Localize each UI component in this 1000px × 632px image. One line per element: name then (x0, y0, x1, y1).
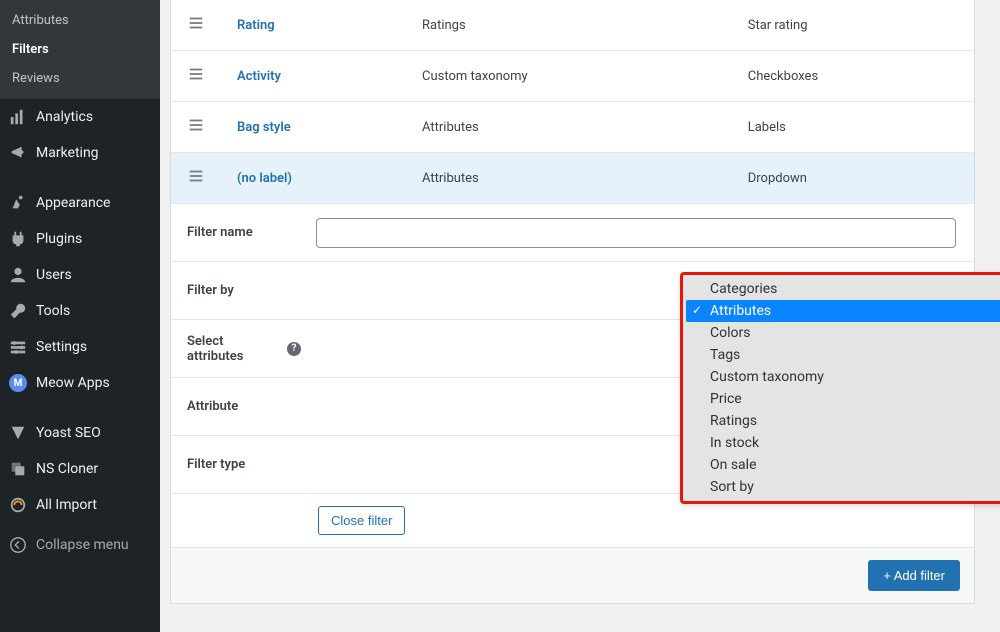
dropdown-option[interactable]: In stock (686, 432, 1000, 454)
menu-label: Appearance (36, 195, 110, 211)
menu-item-yoast[interactable]: Yoast SEO (0, 415, 160, 451)
filters-table: Rating RatingsStar rating Activity Custom t… (171, 0, 974, 204)
dropdown-option[interactable]: Custom taxonomy (686, 366, 1000, 388)
admin-sidebar: Attributes Filters Reviews Analytics Mar… (0, 0, 160, 632)
menu-label: Users (36, 267, 72, 283)
menu-item-users[interactable]: Users (0, 257, 160, 293)
filter-name-link[interactable]: (no label) (237, 171, 292, 186)
analytics-icon (8, 107, 28, 127)
drag-handle-icon[interactable] (171, 102, 221, 153)
filter-source: Ratings (406, 0, 732, 51)
table-row[interactable]: Rating RatingsStar rating (171, 0, 974, 51)
cloner-icon (8, 459, 28, 479)
menu-item-ns-cloner[interactable]: NS Cloner (0, 451, 160, 487)
tools-icon (8, 301, 28, 321)
help-icon[interactable]: ? (287, 342, 301, 356)
menu-label: Marketing (36, 145, 99, 161)
menu-label: Settings (36, 339, 87, 355)
filter-type: Labels (732, 102, 974, 153)
menu-item-analytics[interactable]: Analytics (0, 99, 160, 135)
menu-item-settings[interactable]: Settings (0, 329, 160, 365)
label-filter-name: Filter name (171, 213, 311, 252)
filter-by-dropdown[interactable]: CategoriesAttributesColorsTagsCustom tax… (680, 272, 1000, 504)
menu-item-plugins[interactable]: Plugins (0, 221, 160, 257)
dropdown-option[interactable]: Categories (686, 278, 1000, 300)
dropdown-option[interactable]: Attributes (686, 300, 1000, 322)
yoast-icon (8, 423, 28, 443)
menu-label: Yoast SEO (36, 425, 101, 441)
submenu-item-attributes[interactable]: Attributes (0, 6, 160, 35)
label-attribute: Attribute (171, 387, 311, 426)
filter-type: Checkboxes (732, 51, 974, 102)
filter-name-link[interactable]: Bag style (237, 120, 291, 135)
settings-icon (8, 337, 28, 357)
appearance-icon (8, 193, 28, 213)
collapse-icon (8, 535, 28, 555)
users-icon (8, 265, 28, 285)
submenu-item-filters[interactable]: Filters (0, 35, 160, 64)
menu-item-meow-apps[interactable]: M Meow Apps (0, 365, 160, 401)
table-row[interactable]: Activity Custom taxonomyCheckboxes (171, 51, 974, 102)
label-filter-by: Filter by (171, 271, 311, 310)
menu-label: Analytics (36, 109, 93, 125)
filter-name-link[interactable]: Activity (237, 69, 281, 84)
plugins-icon (8, 229, 28, 249)
menu-item-marketing[interactable]: Marketing (0, 135, 160, 171)
dropdown-option[interactable]: Ratings (686, 410, 1000, 432)
collapse-label: Collapse menu (36, 537, 129, 553)
filter-name-input[interactable] (316, 218, 956, 248)
table-row[interactable]: Bag style AttributesLabels (171, 102, 974, 153)
menu-label: NS Cloner (36, 461, 98, 477)
main-content: RatingRatingsStar ratingActivityCustom t… (160, 0, 1000, 632)
collapse-menu[interactable]: Collapse menu (0, 527, 160, 563)
marketing-icon (8, 143, 28, 163)
menu-item-tools[interactable]: Tools (0, 293, 160, 329)
dropdown-option[interactable]: Colors (686, 322, 1000, 344)
dropdown-option[interactable]: Sort by (686, 476, 1000, 498)
menu-label: All Import (36, 497, 97, 513)
table-row[interactable]: (no label) AttributesDropdown (171, 153, 974, 204)
drag-handle-icon[interactable] (171, 51, 221, 102)
close-filter-button[interactable]: Close filter (318, 506, 405, 535)
import-icon (8, 495, 28, 515)
dropdown-option[interactable]: Tags (686, 344, 1000, 366)
filter-source: Custom taxonomy (406, 51, 732, 102)
label-select-attributes: Select attributes ? (171, 322, 311, 376)
submenu-item-reviews[interactable]: Reviews (0, 64, 160, 93)
menu-label: Meow Apps (36, 375, 110, 391)
products-submenu: Attributes Filters Reviews (0, 0, 160, 99)
menu-item-all-import[interactable]: All Import (0, 487, 160, 523)
dropdown-option[interactable]: On sale (686, 454, 1000, 476)
filter-name-link[interactable]: Rating (237, 18, 275, 33)
menu-label: Plugins (36, 231, 82, 247)
label-filter-type: Filter type (171, 445, 311, 484)
meow-icon: M (8, 373, 28, 393)
drag-handle-icon[interactable] (171, 0, 221, 51)
menu-item-appearance[interactable]: Appearance (0, 185, 160, 221)
filter-source: Attributes (406, 153, 732, 204)
menu-label: Tools (36, 303, 70, 319)
filter-source: Attributes (406, 102, 732, 153)
dropdown-option[interactable]: Price (686, 388, 1000, 410)
drag-handle-icon[interactable] (171, 153, 221, 204)
add-filter-button[interactable]: + Add filter (868, 560, 960, 591)
filter-type: Star rating (732, 0, 974, 51)
filter-type: Dropdown (732, 153, 974, 204)
